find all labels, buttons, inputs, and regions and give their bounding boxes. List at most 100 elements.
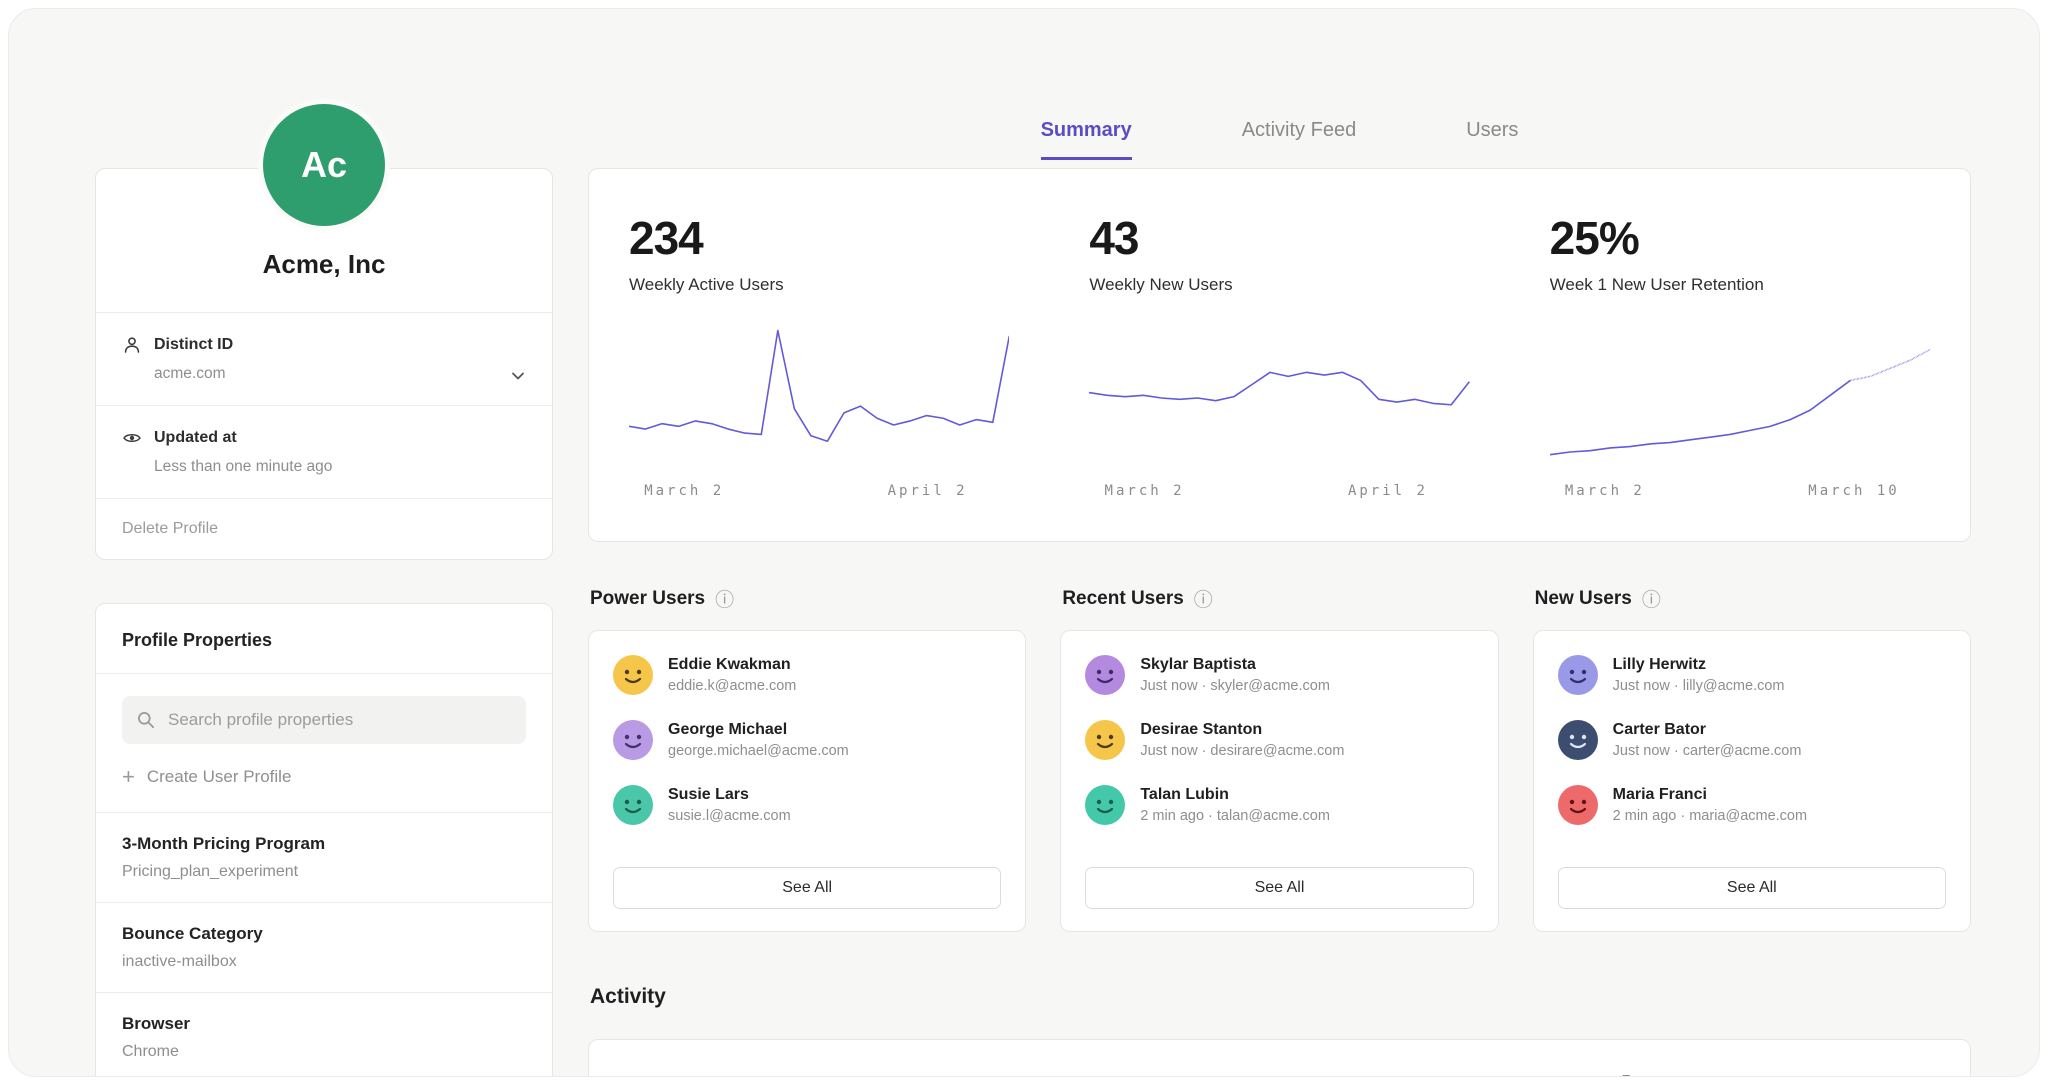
updated-at-label: Updated at xyxy=(154,429,237,447)
power-users-card: Eddie Kwakman eddie.k@acme.com George Mi… xyxy=(588,630,1026,932)
info-icon[interactable]: ⓘ xyxy=(1194,585,1213,612)
property-name: Browser xyxy=(122,1014,526,1034)
metric-value: 43 xyxy=(1089,211,1469,265)
company-profile-card: Ac Acme, Inc Distinct ID acme.com Update… xyxy=(95,168,553,560)
face-icon xyxy=(1558,720,1598,760)
face-icon xyxy=(613,720,653,760)
user-avatar xyxy=(1085,655,1125,695)
x-axis: March 2 March 10 xyxy=(1550,483,1930,503)
info-icon[interactable]: ⓘ xyxy=(715,585,734,612)
metric-value: 234 xyxy=(629,211,1009,265)
property-row[interactable]: Bounce Category inactive-mailbox xyxy=(96,902,552,992)
user-name: Maria Franci xyxy=(1613,786,1807,804)
face-icon xyxy=(1085,785,1125,825)
company-avatar: Ac xyxy=(258,99,390,231)
property-name: Bounce Category xyxy=(122,924,526,944)
tab-activity-feed[interactable]: Activity Feed xyxy=(1242,119,1356,160)
activity-stat: 240 xyxy=(1049,1040,1509,1077)
face-icon xyxy=(1558,655,1598,695)
metric-label: Week 1 New User Retention xyxy=(1550,275,1930,295)
search-input[interactable] xyxy=(166,709,512,731)
chevron-down-icon[interactable] xyxy=(508,366,528,386)
eye-icon xyxy=(122,428,142,448)
user-avatar xyxy=(1558,720,1598,760)
user-name: George Michael xyxy=(668,721,849,739)
activity-card: 234 240 3.4k xyxy=(588,1039,1971,1077)
metric-weekly-new-users: 43 Weekly New Users March 2 April 2 xyxy=(1049,169,1509,541)
recent-users-card: Skylar Baptista Just now · skyler@acme.c… xyxy=(1060,630,1498,932)
user-subtext: Just now · carter@acme.com xyxy=(1613,743,1802,759)
metric-value: 25% xyxy=(1550,211,1930,265)
activity-stat: 234 xyxy=(589,1040,1049,1077)
sparkline-weekly-active-users xyxy=(629,323,1009,473)
profile-properties-search[interactable] xyxy=(122,696,526,744)
property-value: Pricing_plan_experiment xyxy=(122,863,526,881)
metric-label: Weekly New Users xyxy=(1089,275,1469,295)
face-icon xyxy=(1085,720,1125,760)
list-title: New Users xyxy=(1535,588,1632,610)
updated-at-value: Less than one minute ago xyxy=(154,458,526,476)
delete-profile-button[interactable]: Delete Profile xyxy=(96,498,552,559)
face-icon xyxy=(1558,785,1598,825)
property-row[interactable]: Browser Chrome xyxy=(96,992,552,1077)
user-subtext: 2 min ago · maria@acme.com xyxy=(1613,808,1807,824)
user-name: Carter Bator xyxy=(1613,721,1802,739)
user-avatar xyxy=(613,785,653,825)
property-row[interactable]: 3-Month Pricing Program Pricing_plan_exp… xyxy=(96,812,552,902)
new-users-column: New Users ⓘ Lilly Herwitz Just now · lil… xyxy=(1533,585,1971,932)
x-axis: March 2 April 2 xyxy=(1089,483,1469,503)
user-avatar xyxy=(1085,785,1125,825)
list-title: Power Users xyxy=(590,588,705,610)
app-window: Ac Acme, Inc Distinct ID acme.com Update… xyxy=(8,8,2040,1077)
tab-summary[interactable]: Summary xyxy=(1041,119,1132,160)
metric-weekly-active-users: 234 Weekly Active Users March 2 April 2 xyxy=(589,169,1049,541)
see-all-button[interactable]: See All xyxy=(1558,867,1946,909)
x-tick: March 2 xyxy=(644,483,724,499)
x-tick: March 10 xyxy=(1808,483,1899,499)
list-title: Recent Users xyxy=(1062,588,1183,610)
user-row[interactable]: Eddie Kwakman eddie.k@acme.com xyxy=(613,655,1001,695)
face-icon xyxy=(1085,655,1125,695)
user-row[interactable]: Talan Lubin 2 min ago · talan@acme.com xyxy=(1085,785,1473,825)
user-row[interactable]: Skylar Baptista Just now · skyler@acme.c… xyxy=(1085,655,1473,695)
tab-users[interactable]: Users xyxy=(1466,119,1518,160)
tab-bar: Summary Activity Feed Users xyxy=(588,119,1971,160)
create-user-profile-label: Create User Profile xyxy=(147,767,292,787)
x-tick: March 2 xyxy=(1105,483,1185,499)
user-name: Desirae Stanton xyxy=(1140,721,1344,739)
distinct-id-row[interactable]: Distinct ID acme.com xyxy=(96,312,552,405)
user-row[interactable]: Lilly Herwitz Just now · lilly@acme.com xyxy=(1558,655,1946,695)
divider xyxy=(96,673,552,674)
distinct-id-value: acme.com xyxy=(154,365,526,383)
sparkline-weekly-new-users xyxy=(1089,323,1469,473)
x-axis: March 2 April 2 xyxy=(629,483,1009,503)
user-row[interactable]: Carter Bator Just now · carter@acme.com xyxy=(1558,720,1946,760)
updated-at-row: Updated at Less than one minute ago xyxy=(96,405,552,498)
new-users-header: New Users ⓘ xyxy=(1535,585,1971,612)
user-name: Skylar Baptista xyxy=(1140,656,1330,674)
x-tick: April 2 xyxy=(888,483,968,499)
see-all-button[interactable]: See All xyxy=(1085,867,1473,909)
user-avatar xyxy=(1558,785,1598,825)
user-name: Lilly Herwitz xyxy=(1613,656,1785,674)
see-all-button[interactable]: See All xyxy=(613,867,1001,909)
face-icon xyxy=(613,785,653,825)
metric-week1-retention: 25% Week 1 New User Retention March 2 Ma… xyxy=(1510,169,1970,541)
user-lists: Power Users ⓘ Eddie Kwakman eddie.k@acme… xyxy=(588,585,1971,932)
user-row[interactable]: Maria Franci 2 min ago · maria@acme.com xyxy=(1558,785,1946,825)
distinct-id-label: Distinct ID xyxy=(154,336,233,354)
person-icon xyxy=(122,335,142,355)
user-row[interactable]: Susie Lars susie.l@acme.com xyxy=(613,785,1001,825)
create-user-profile-button[interactable]: + Create User Profile xyxy=(96,762,552,812)
user-name: Eddie Kwakman xyxy=(668,656,796,674)
user-subtext: george.michael@acme.com xyxy=(668,743,849,759)
property-value: inactive-mailbox xyxy=(122,953,526,971)
face-icon xyxy=(613,655,653,695)
new-users-card: Lilly Herwitz Just now · lilly@acme.com … xyxy=(1533,630,1971,932)
property-name: 3-Month Pricing Program xyxy=(122,834,526,854)
user-row[interactable]: George Michael george.michael@acme.com xyxy=(613,720,1001,760)
user-row[interactable]: Desirae Stanton Just now · desirare@acme… xyxy=(1085,720,1473,760)
user-subtext: susie.l@acme.com xyxy=(668,808,791,824)
recent-users-header: Recent Users ⓘ xyxy=(1062,585,1498,612)
info-icon[interactable]: ⓘ xyxy=(1642,585,1661,612)
